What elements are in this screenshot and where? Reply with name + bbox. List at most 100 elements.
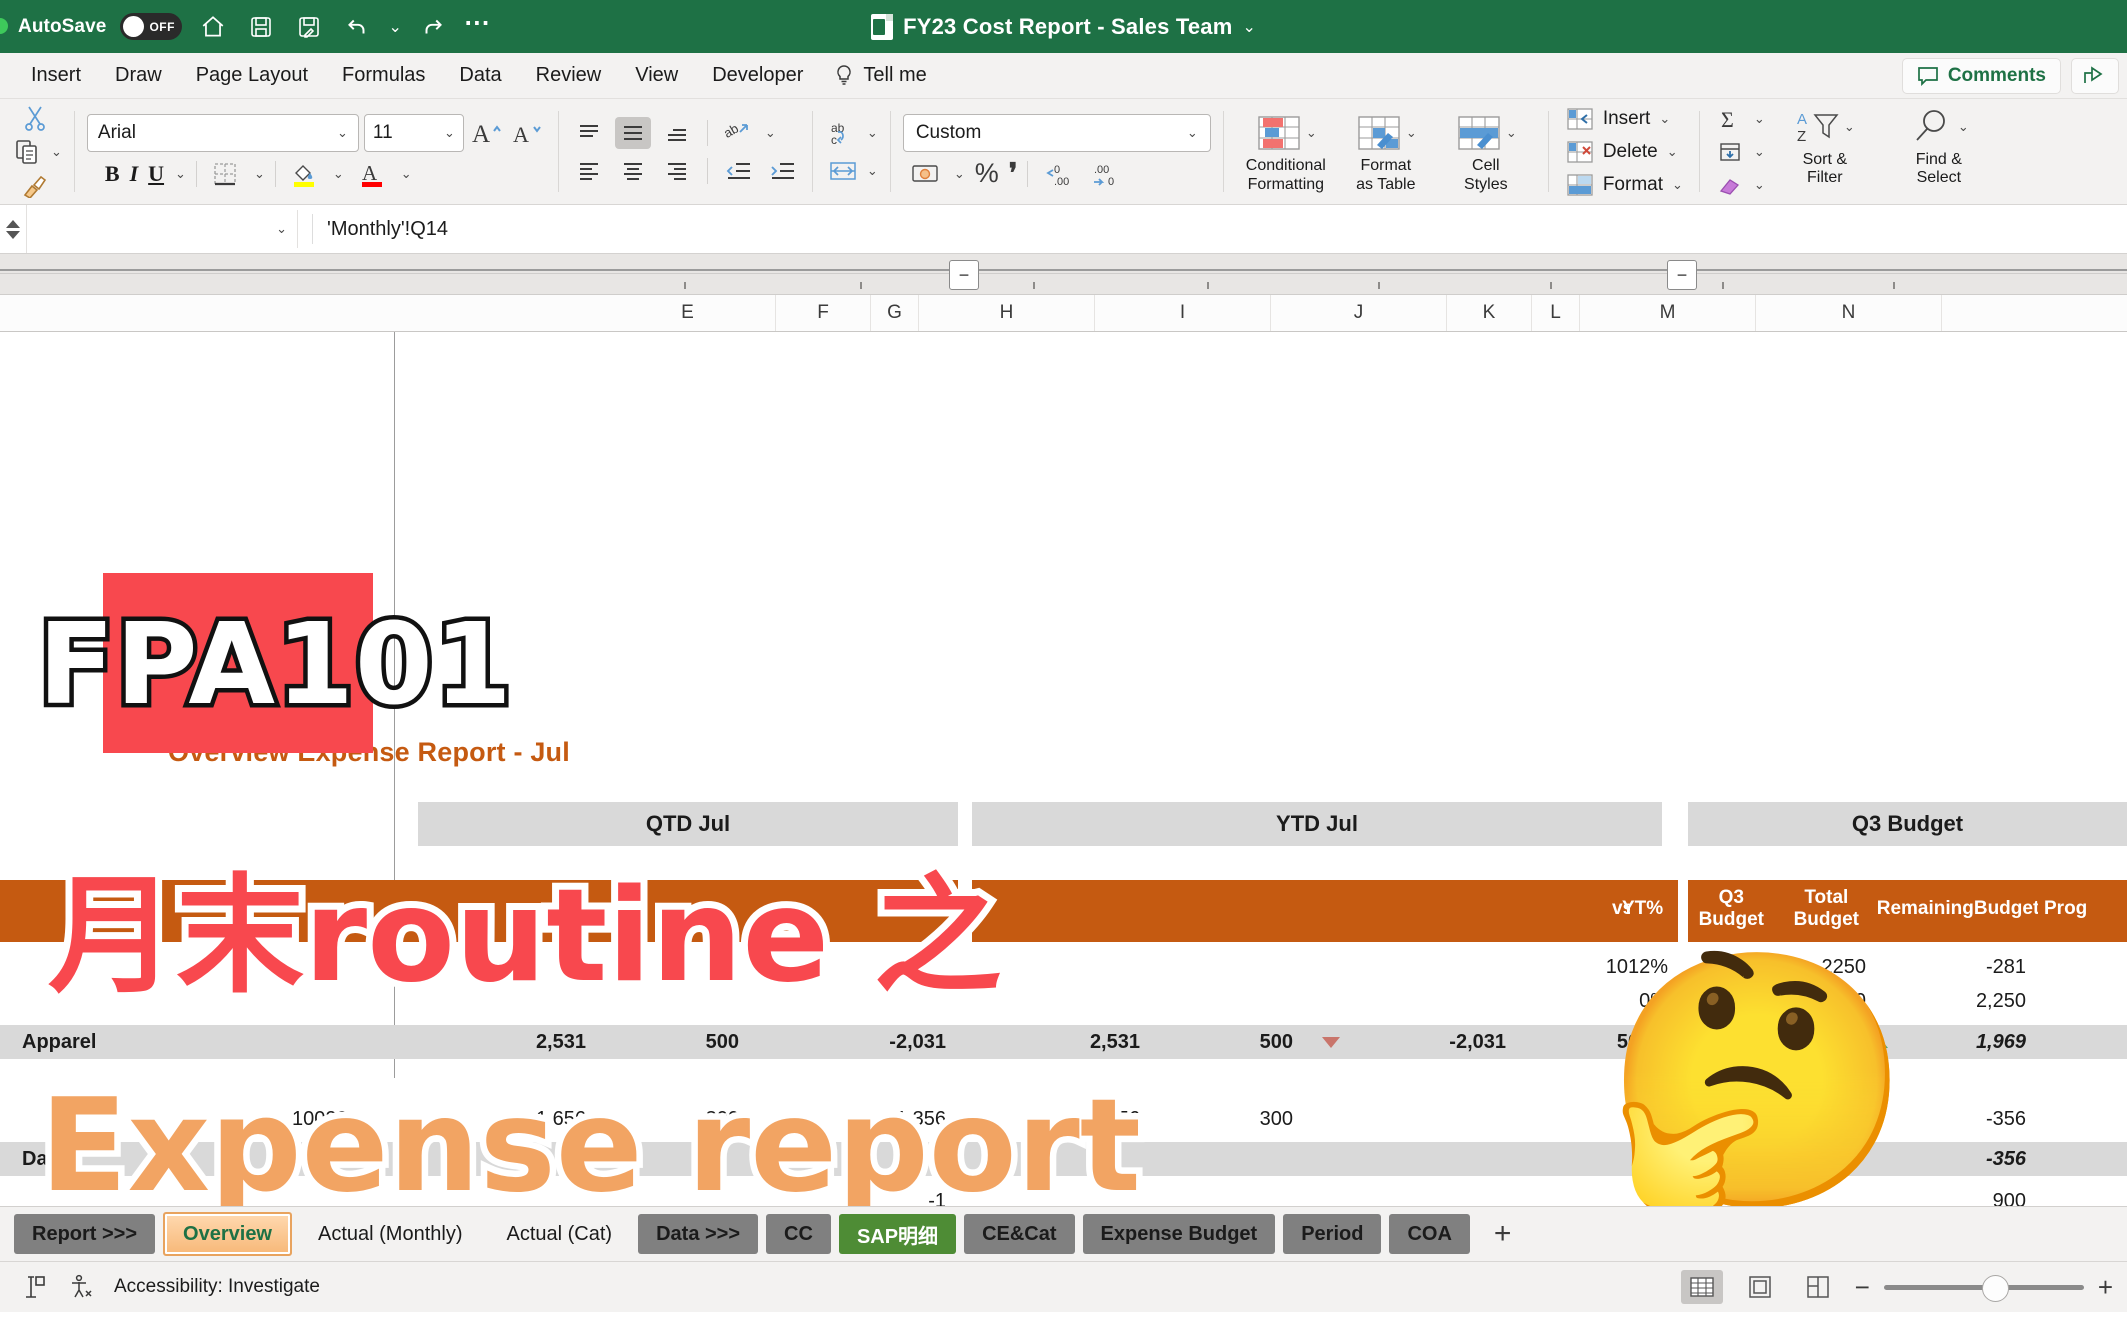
tab-developer[interactable]: Developer bbox=[695, 58, 820, 93]
spinner-up-icon[interactable] bbox=[6, 219, 20, 228]
comma-style-button[interactable]: ❜ bbox=[1009, 158, 1018, 189]
cell-q3-remaining[interactable]: -281 bbox=[1878, 950, 2038, 984]
column-header-F[interactable]: F bbox=[776, 295, 871, 331]
font-color-button[interactable]: A bbox=[354, 158, 390, 190]
cell-qtd-variance[interactable]: -2,031 bbox=[790, 1025, 958, 1059]
sort-filter-dropdown-icon[interactable]: ⌄ bbox=[1844, 119, 1855, 135]
cell-q3-remaining[interactable]: 900 bbox=[1878, 1184, 2038, 1207]
zoom-out-button[interactable]: − bbox=[1855, 1274, 1870, 1300]
merge-cells-dropdown-icon[interactable]: ⌄ bbox=[867, 163, 878, 179]
zoom-in-button[interactable]: + bbox=[2098, 1274, 2113, 1300]
normal-view-button[interactable] bbox=[1680, 1270, 1723, 1304]
cell-q3-remaining[interactable]: -356 bbox=[1878, 1142, 2038, 1176]
add-sheet-button[interactable]: + bbox=[1478, 1214, 1528, 1254]
cell-qtd-budget[interactable]: 300 bbox=[606, 1102, 751, 1136]
cell-category-label[interactable]: Apparel bbox=[0, 1025, 280, 1059]
tab-formulas[interactable]: Formulas bbox=[325, 58, 442, 93]
column-header-M[interactable]: M bbox=[1580, 295, 1756, 331]
column-header-H[interactable]: H bbox=[919, 295, 1095, 331]
accessibility-status[interactable]: Accessibility: Investigate bbox=[114, 1276, 320, 1298]
font-size-select[interactable]: 11 ⌄ bbox=[363, 113, 464, 152]
cell-qtd-budget[interactable]: 500 bbox=[606, 1025, 751, 1059]
increase-font-size-button[interactable]: A bbox=[469, 117, 505, 149]
insert-cells-button[interactable]: Insert ⌄ bbox=[1561, 103, 1687, 135]
table-row[interactable]: 1012% 2250 -281 bbox=[0, 950, 2127, 984]
format-painter-button[interactable] bbox=[9, 170, 62, 202]
decrease-decimal-button[interactable]: .00 0 bbox=[1088, 158, 1128, 190]
sort-filter-button[interactable]: A Z ⌄ Sort & Filter bbox=[1771, 103, 1879, 189]
cell-ytd-budget[interactable]: 500 bbox=[1160, 1025, 1305, 1059]
cell-q3-remaining[interactable]: 2,250 bbox=[1878, 984, 2038, 1018]
cell-ytd-pct[interactable]: 0% bbox=[1532, 984, 1680, 1018]
home-icon[interactable] bbox=[196, 10, 230, 44]
wrap-text-dropdown-icon[interactable]: ⌄ bbox=[867, 125, 878, 141]
sheet-tab-coa[interactable]: COA bbox=[1389, 1214, 1470, 1254]
column-header-G[interactable]: G bbox=[871, 295, 919, 331]
align-center-button[interactable] bbox=[615, 155, 651, 187]
tell-me-button[interactable]: Tell me bbox=[820, 58, 940, 94]
table-row[interactable]: Apparel 2,531 500 -2,031 2,531 500 -2,03… bbox=[0, 1025, 2127, 1059]
delete-cells-button[interactable]: Delete ⌄ bbox=[1561, 136, 1687, 168]
decrease-indent-button[interactable] bbox=[720, 155, 756, 187]
wrap-text-button[interactable]: ab c bbox=[825, 117, 861, 149]
borders-button[interactable] bbox=[207, 158, 243, 190]
orientation-button[interactable]: ab bbox=[720, 117, 756, 149]
sheet-tab-data[interactable]: Data >>> bbox=[638, 1214, 759, 1254]
spinner-down-icon[interactable] bbox=[6, 230, 20, 239]
cell-ytd-pct[interactable]: 1012% bbox=[1532, 950, 1680, 984]
cell-styles-button[interactable]: ⌄ Cell Styles bbox=[1436, 109, 1536, 195]
column-header-E[interactable]: E bbox=[600, 295, 776, 331]
align-bottom-button[interactable] bbox=[659, 117, 695, 149]
merge-cells-button[interactable] bbox=[825, 155, 861, 187]
percent-style-button[interactable]: % bbox=[975, 158, 999, 189]
copy-button[interactable] bbox=[9, 136, 45, 168]
cell-ytd-actual[interactable]: 2,531 bbox=[972, 1025, 1152, 1059]
undo-icon[interactable] bbox=[340, 10, 374, 44]
orientation-dropdown-icon[interactable]: ⌄ bbox=[765, 125, 776, 141]
name-box[interactable]: ⌄ bbox=[27, 210, 298, 248]
find-select-dropdown-icon[interactable]: ⌄ bbox=[1958, 119, 1969, 135]
decrease-font-size-button[interactable]: A bbox=[510, 117, 546, 149]
undo-dropdown-icon[interactable]: ⌄ bbox=[388, 17, 401, 37]
tab-review[interactable]: Review bbox=[519, 58, 619, 93]
tab-draw[interactable]: Draw bbox=[98, 58, 179, 93]
row-spinner[interactable] bbox=[0, 205, 27, 253]
align-right-button[interactable] bbox=[659, 155, 695, 187]
cell-q3-total[interactable]: 2250 bbox=[1688, 950, 1878, 984]
conditional-formatting-button[interactable]: ⌄ Conditional Formatting bbox=[1236, 109, 1336, 195]
cell-q3-remaining[interactable]: 1,969 bbox=[1878, 1025, 2038, 1059]
page-layout-view-button[interactable] bbox=[1739, 1270, 1781, 1304]
insert-cells-dropdown-icon[interactable]: ⌄ bbox=[1659, 111, 1670, 127]
tab-page-layout[interactable]: Page Layout bbox=[179, 58, 325, 93]
column-header-N[interactable]: N bbox=[1756, 295, 1942, 331]
italic-button[interactable]: I bbox=[130, 161, 139, 187]
cell-qtd-actual[interactable]: 2,531 bbox=[418, 1025, 598, 1059]
autosave-toggle[interactable]: OFF bbox=[120, 13, 183, 40]
autosum-dropdown-icon[interactable]: ⌄ bbox=[1754, 111, 1765, 127]
table-row[interactable]: 0% 2250 2,250 bbox=[0, 984, 2127, 1018]
cell-styles-dropdown-icon[interactable]: ⌄ bbox=[1506, 125, 1517, 141]
fill-color-button[interactable] bbox=[286, 158, 322, 190]
cut-button[interactable] bbox=[9, 102, 62, 134]
borders-dropdown-icon[interactable]: ⌄ bbox=[254, 166, 265, 182]
table-row[interactable]: 10020 1,656 300 1,356 1,656 300 -356 bbox=[0, 1102, 2127, 1136]
title-dropdown-icon[interactable]: ⌄ bbox=[1242, 17, 1255, 37]
sheet-tab-ce-cat[interactable]: CE&Cat bbox=[964, 1214, 1075, 1254]
sheet-tab-period[interactable]: Period bbox=[1283, 1214, 1382, 1254]
underline-dropdown-icon[interactable]: ⌄ bbox=[175, 166, 186, 182]
format-cells-dropdown-icon[interactable]: ⌄ bbox=[1672, 177, 1683, 193]
sheet-tab-actual-monthly[interactable]: Actual (Monthly) bbox=[300, 1214, 481, 1254]
sheet-tab-report[interactable]: Report >>> bbox=[14, 1214, 156, 1254]
accounting-dropdown-icon[interactable]: ⌄ bbox=[954, 166, 965, 182]
column-header-L[interactable]: L bbox=[1532, 295, 1580, 331]
sheet-tab-cc[interactable]: CC bbox=[766, 1214, 831, 1254]
sheet-canvas[interactable]: Overview Expense Report - Jul QTD Jul YT… bbox=[0, 332, 2127, 1206]
save-icon[interactable] bbox=[244, 10, 278, 44]
cell-qtd-variance[interactable]: 1,356 bbox=[790, 1102, 958, 1136]
zoom-control[interactable]: − + bbox=[1855, 1274, 2113, 1302]
format-cells-button[interactable]: Format ⌄ bbox=[1561, 169, 1687, 201]
chevron-down-icon[interactable]: ⌄ bbox=[276, 221, 287, 237]
format-as-table-button[interactable]: ⌄ Format as Table bbox=[1336, 109, 1436, 195]
align-top-button[interactable] bbox=[571, 117, 607, 149]
underline-button[interactable]: U bbox=[148, 161, 164, 187]
